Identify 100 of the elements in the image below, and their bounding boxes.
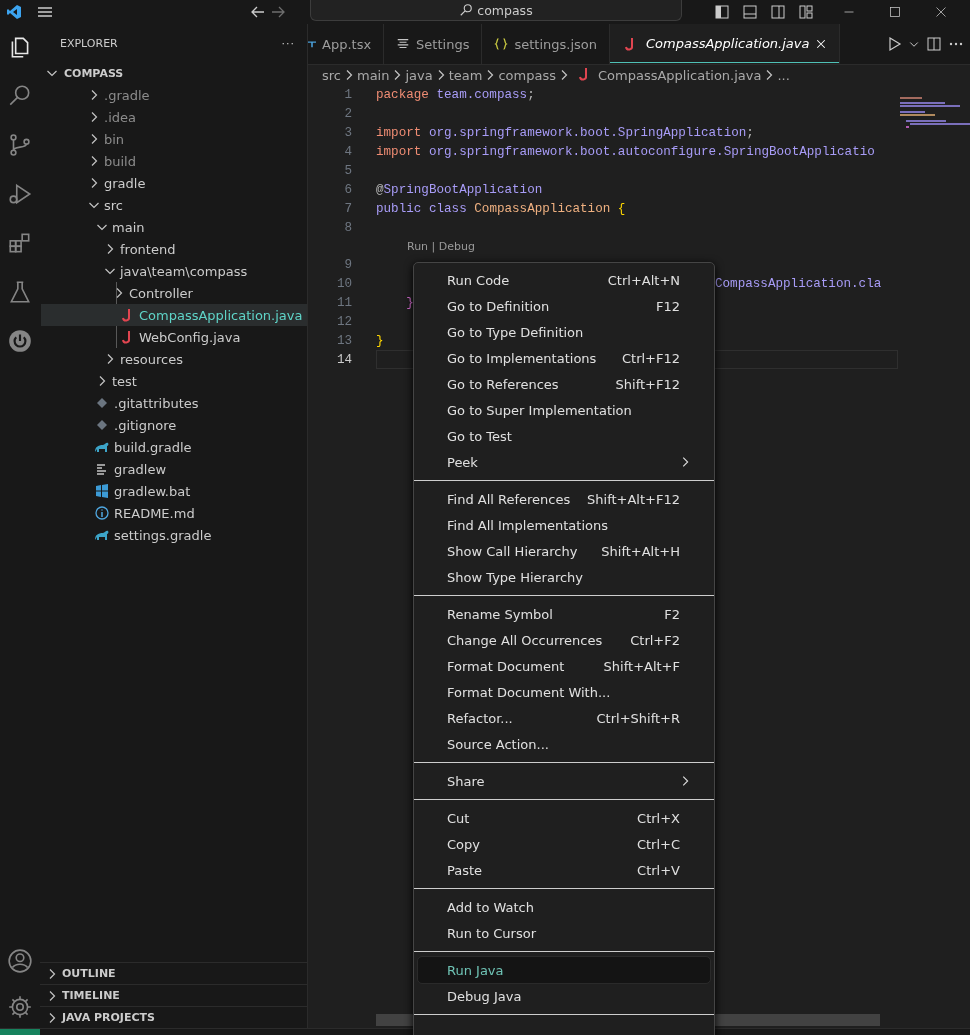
run-debug-icon[interactable]	[7, 181, 33, 207]
menu-item[interactable]: Go to Definition F12	[418, 293, 710, 319]
tree-row[interactable]: main	[40, 216, 307, 238]
folder-header[interactable]: COMPASS	[40, 62, 307, 84]
section-header[interactable]: OUTLINE	[40, 962, 307, 984]
windows-icon	[94, 483, 110, 499]
menu-item[interactable]: Copy Ctrl+C	[418, 831, 710, 857]
tree-row[interactable]: frontend	[40, 238, 307, 260]
editor-tab[interactable]: CompassApplication.java	[610, 24, 841, 64]
menu-item[interactable]: Rename Symbol F2	[418, 601, 710, 627]
menu-item[interactable]: Format Document Shift+Alt+F	[418, 653, 710, 679]
menu-item[interactable]: Show Type Hierarchy	[418, 564, 710, 590]
command-search-field[interactable]: compass	[310, 0, 682, 21]
split-editor-icon[interactable]	[926, 36, 942, 52]
line-number: 4	[343, 144, 352, 159]
menu-item[interactable]: Go to References Shift+F12	[418, 371, 710, 397]
editor-tab[interactable]: App.tsx	[308, 24, 385, 64]
line-number: 12	[335, 314, 352, 329]
menu-item[interactable]: Share	[418, 768, 710, 794]
line-number: 14	[335, 352, 352, 367]
code-line: public class CompassApplication {	[376, 201, 626, 216]
flask-icon[interactable]	[7, 279, 33, 305]
menu-item[interactable]: Run to Cursor	[418, 920, 710, 946]
tree-row[interactable]: test	[40, 370, 307, 392]
close-icon[interactable]	[935, 6, 947, 18]
sidebar-layout-icon[interactable]	[714, 4, 730, 20]
grid-layout-icon[interactable]	[798, 4, 814, 20]
section-header[interactable]: TIMELINE	[40, 984, 307, 1006]
codelens-links[interactable]: Run | Debug	[407, 239, 475, 253]
menu-item[interactable]: Find All References Shift+Alt+F12	[418, 486, 710, 512]
tree-row[interactable]: build	[40, 150, 307, 172]
line-number: 2	[343, 106, 352, 121]
line-number: 5	[343, 163, 352, 178]
maximize-icon[interactable]	[889, 6, 901, 18]
tree-row[interactable]: src	[40, 194, 307, 216]
code-line: import org.springframework.boot.SpringApplication;	[376, 125, 754, 140]
menu-item[interactable]: Run Code Ctrl+Alt+N	[418, 267, 710, 293]
branch-icon[interactable]	[7, 132, 33, 158]
breadcrumb-item[interactable]: team	[448, 67, 483, 83]
line-number: 8	[343, 220, 352, 235]
menu-item[interactable]: Debug Java	[418, 983, 710, 1009]
tree-row[interactable]: .idea	[40, 106, 307, 128]
power-icon[interactable]	[7, 328, 33, 354]
line-number: 9	[343, 257, 352, 272]
tree-row[interactable]: settings.gradle	[40, 524, 307, 546]
menu-item[interactable]: Source Action...	[418, 731, 710, 757]
more-actions-button[interactable]: ···	[281, 36, 295, 50]
back-arrow-icon[interactable]	[250, 4, 266, 20]
menu-item[interactable]: Cut Ctrl+X	[418, 805, 710, 831]
menu-item[interactable]: Change All Occurrences Ctrl+F2	[418, 627, 710, 653]
menu-item[interactable]: Go to Implementations Ctrl+F12	[418, 345, 710, 371]
line-number: 11	[335, 295, 352, 310]
list-icon	[396, 37, 411, 51]
forward-arrow-icon[interactable]	[270, 4, 286, 20]
menu-item[interactable]: Find All Implementations	[418, 512, 710, 538]
run-icon[interactable]	[886, 36, 902, 52]
menu-item[interactable]: Refactor... Ctrl+Shift+R	[418, 705, 710, 731]
menu-item[interactable]: Peek	[418, 449, 710, 475]
menu-icon[interactable]	[36, 4, 54, 20]
settings-icon[interactable]	[7, 994, 33, 1020]
breadcrumb-item[interactable]: ...	[777, 67, 790, 83]
line-number: 3	[343, 125, 352, 140]
braces-icon	[494, 37, 509, 51]
menu-item[interactable]: Add to Watch	[418, 894, 710, 920]
tree-row[interactable]: java\team\compass	[40, 260, 307, 282]
code-line: package team.compass;	[376, 87, 535, 102]
panel-layout-icon[interactable]	[742, 4, 758, 20]
tree-row[interactable]: .gradle	[40, 84, 307, 106]
tree-row[interactable]: Controller	[41, 282, 307, 304]
breadcrumb-item[interactable]: compass	[498, 67, 556, 83]
tree-row[interactable]: CompassApplication.java	[41, 304, 307, 326]
breadcrumb-item[interactable]: main	[357, 67, 390, 83]
menu-item[interactable]: Go to Test	[418, 423, 710, 449]
tree-row[interactable]: build.gradle	[40, 436, 307, 458]
menu-item[interactable]: Go to Super Implementation	[418, 397, 710, 423]
account-icon[interactable]	[7, 948, 33, 974]
menu-item[interactable]: Show Call Hierarchy Shift+Alt+H	[418, 538, 710, 564]
line-number: 7	[343, 201, 352, 216]
breadcrumb-item[interactable]: java	[405, 67, 433, 83]
tree-row[interactable]: gradle	[40, 172, 307, 194]
tree-row[interactable]: bin	[40, 128, 307, 150]
menu-item[interactable]: Format Document With...	[418, 679, 710, 705]
sidebar-title: EXPLORER	[60, 36, 118, 50]
tree-row[interactable]: README.md	[40, 502, 307, 524]
menu-item[interactable]: Run Java	[418, 957, 710, 983]
line-number: 13	[335, 333, 352, 348]
tree-row[interactable]: .gitattributes	[40, 392, 307, 414]
close-icon[interactable]	[815, 37, 828, 50]
breadcrumb-item[interactable]: src	[322, 67, 341, 83]
tree-row[interactable]: gradlew	[40, 458, 307, 480]
breadcrumb-item[interactable]: CompassApplication.java	[598, 67, 762, 83]
info-icon	[94, 505, 110, 521]
tree-row[interactable]: gradlew.bat	[40, 480, 307, 502]
tree-row[interactable]: resources	[40, 348, 307, 370]
split-layout-icon[interactable]	[770, 4, 786, 20]
menu-item[interactable]: Paste Ctrl+V	[418, 857, 710, 883]
menu-item[interactable]: Go to Type Definition	[418, 319, 710, 345]
line-number: 1	[343, 87, 352, 102]
tree-row[interactable]: .gitignore	[40, 414, 307, 436]
tree-row[interactable]: WebConfig.java	[41, 326, 307, 348]
